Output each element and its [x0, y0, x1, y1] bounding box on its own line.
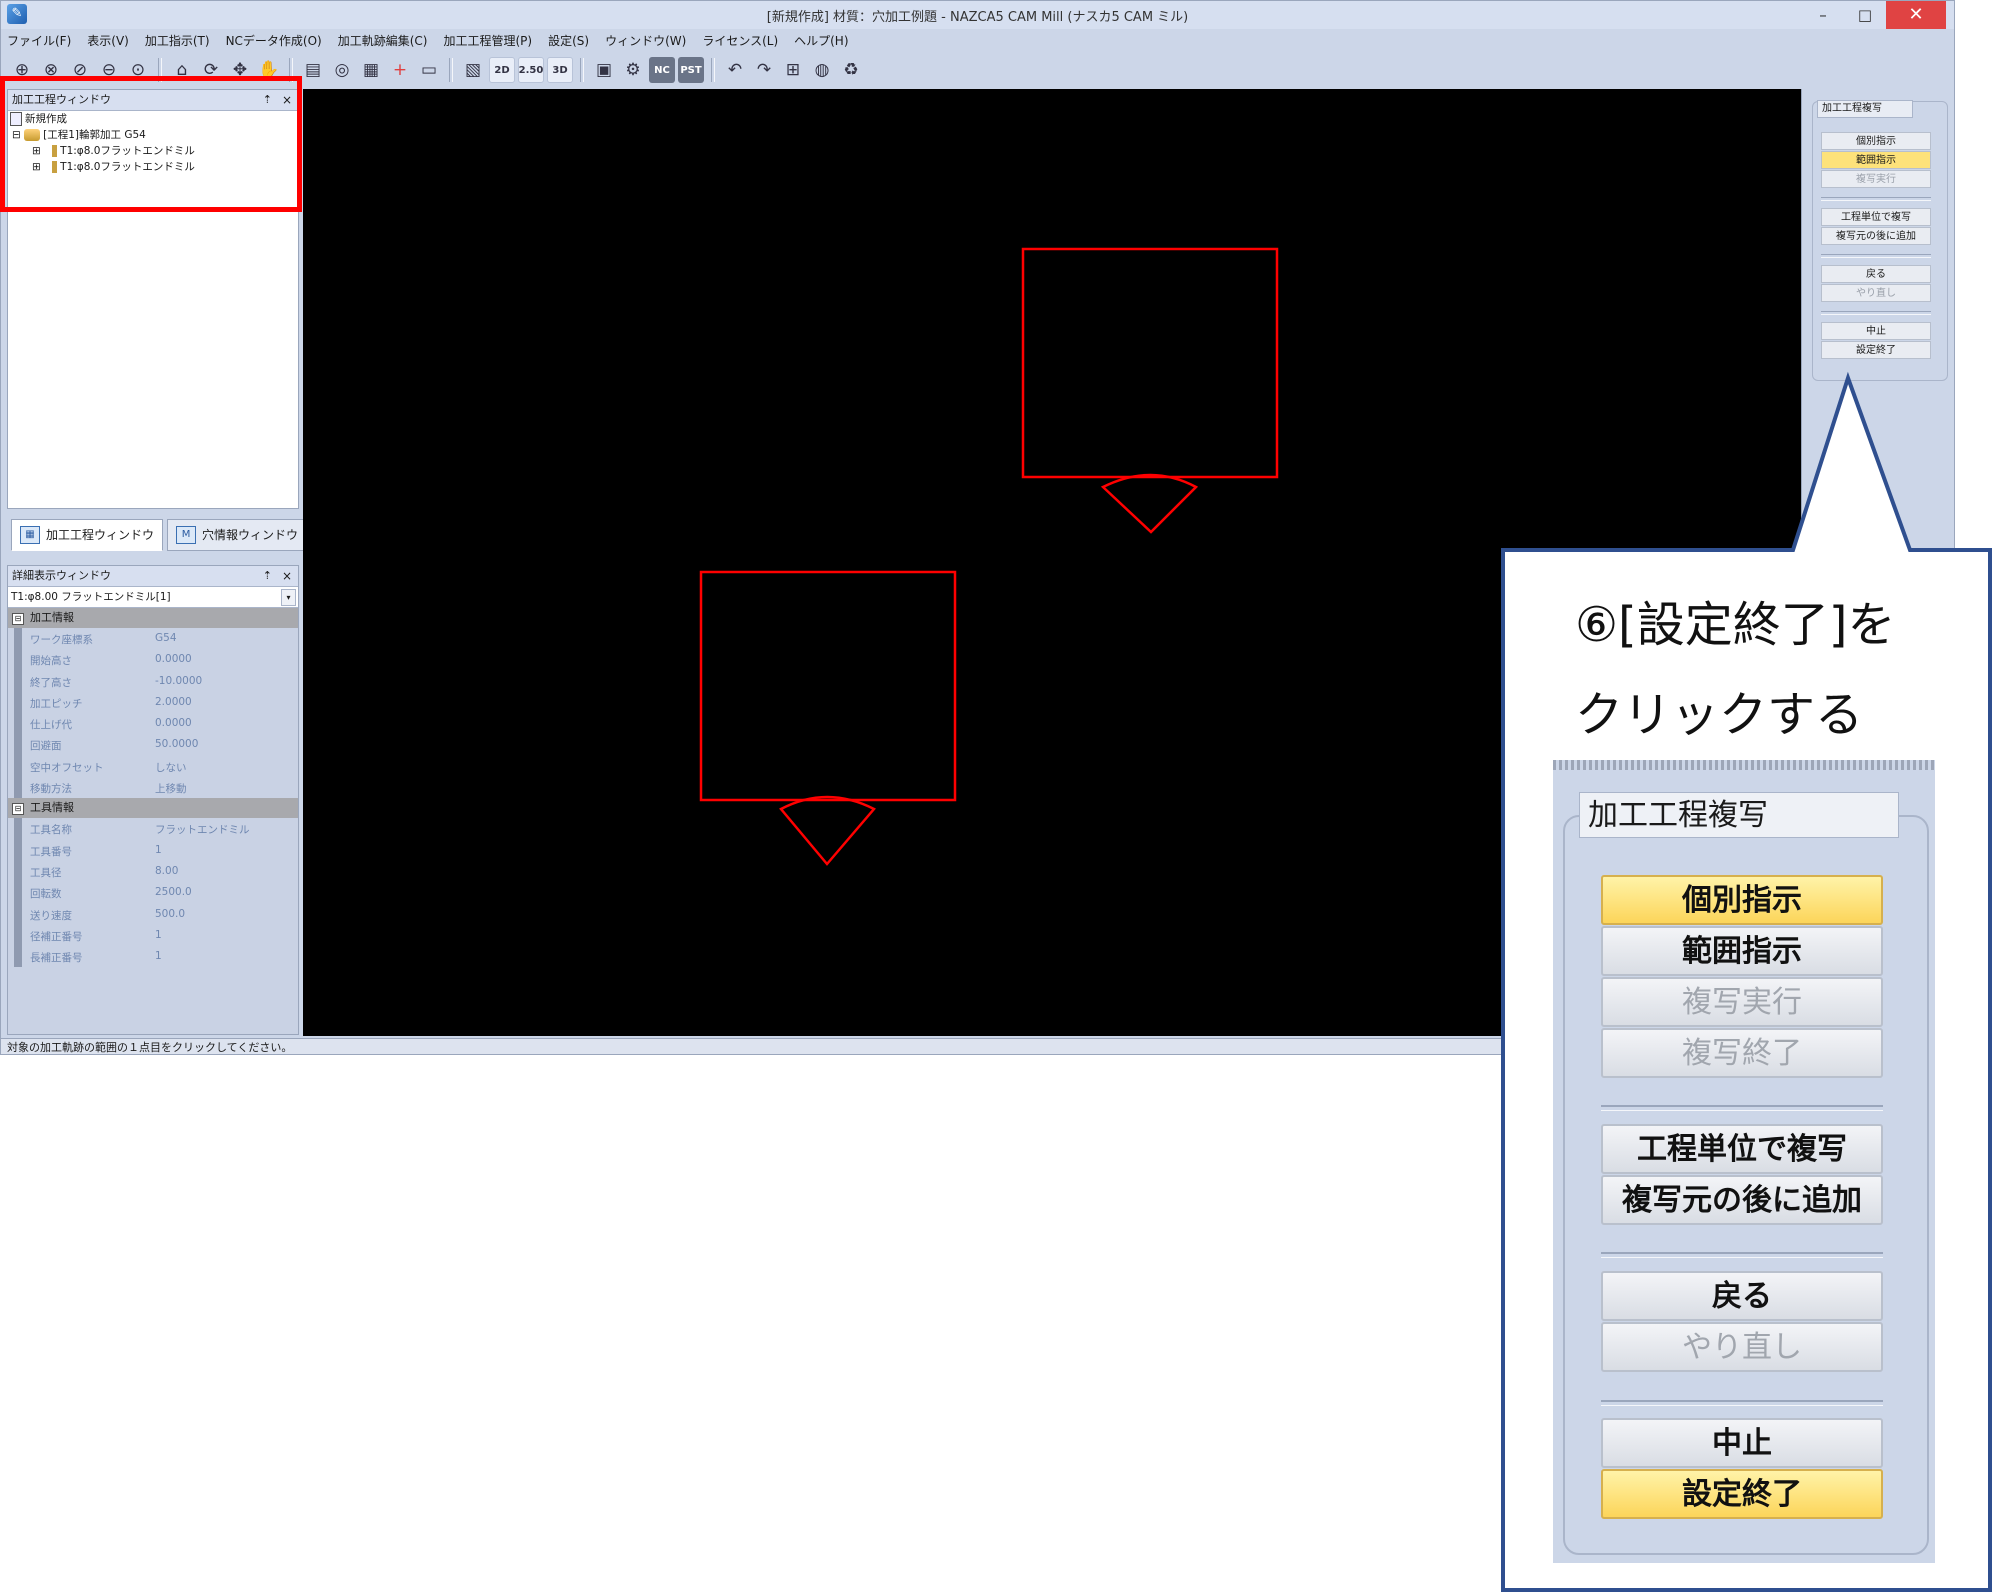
- separator: [1601, 1105, 1883, 1111]
- copy-panel-zoom: 加工工程複写 個別指示 範囲指示 複写実行 複写終了 工程単位で複写 複写元の後…: [1553, 760, 1935, 1563]
- zoom-copy-by-process-button[interactable]: 工程単位で複写: [1601, 1124, 1883, 1174]
- zoom-range-button[interactable]: 範囲指示: [1601, 926, 1883, 976]
- zoom-cancel-button[interactable]: 中止: [1601, 1418, 1883, 1468]
- zoom-finish-settings-button[interactable]: 設定終了: [1601, 1469, 1883, 1519]
- zoom-individual-button[interactable]: 個別指示: [1601, 875, 1883, 925]
- zoom-execute-copy-button[interactable]: 複写実行: [1601, 977, 1883, 1027]
- zoom-append-after-source-button[interactable]: 複写元の後に追加: [1601, 1175, 1883, 1225]
- zoom-redo-button[interactable]: やり直し: [1601, 1322, 1883, 1372]
- zoom-end-copy-button[interactable]: 複写終了: [1601, 1028, 1883, 1078]
- callout-instruction: ⑥[設定終了]を クリックする: [1575, 580, 1955, 760]
- grip-dots: [1553, 760, 1935, 770]
- callout-line-2: クリックする: [1575, 687, 1864, 743]
- separator: [1601, 1400, 1883, 1406]
- zoom-undo-button[interactable]: 戻る: [1601, 1271, 1883, 1321]
- separator: [1601, 1252, 1883, 1258]
- callout-line-1: ⑥[設定終了]を: [1575, 597, 1896, 653]
- copy-panel-zoom-title: 加工工程複写: [1579, 792, 1899, 838]
